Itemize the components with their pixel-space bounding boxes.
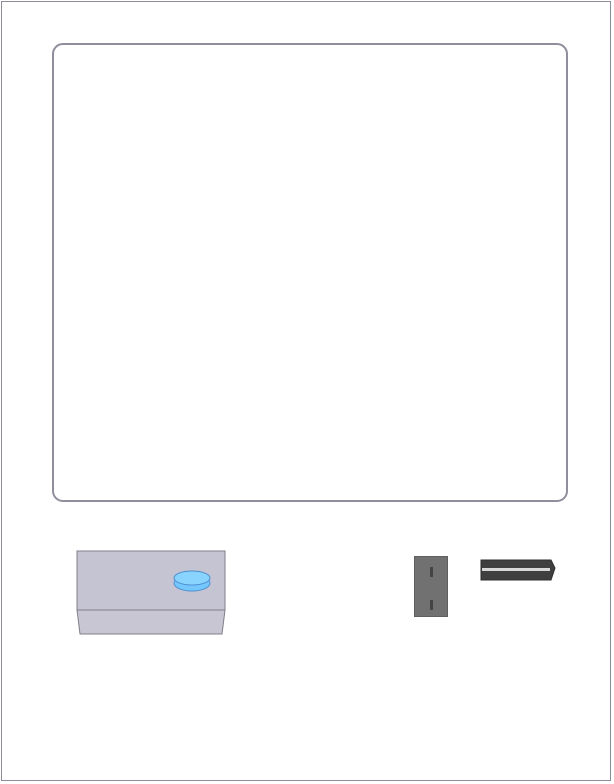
card-icon[interactable] bbox=[480, 558, 556, 582]
slot-mark-bottom bbox=[430, 600, 433, 610]
device-front-panel bbox=[76, 609, 226, 635]
kiosk-screen[interactable] bbox=[52, 43, 568, 502]
scanner-device-icon[interactable] bbox=[76, 550, 228, 636]
card-stripe bbox=[482, 568, 550, 571]
slot-mark-top bbox=[430, 567, 433, 577]
card-slot-icon[interactable] bbox=[414, 556, 448, 617]
round-button-top bbox=[173, 570, 211, 586]
kiosk-frame bbox=[1, 1, 611, 781]
